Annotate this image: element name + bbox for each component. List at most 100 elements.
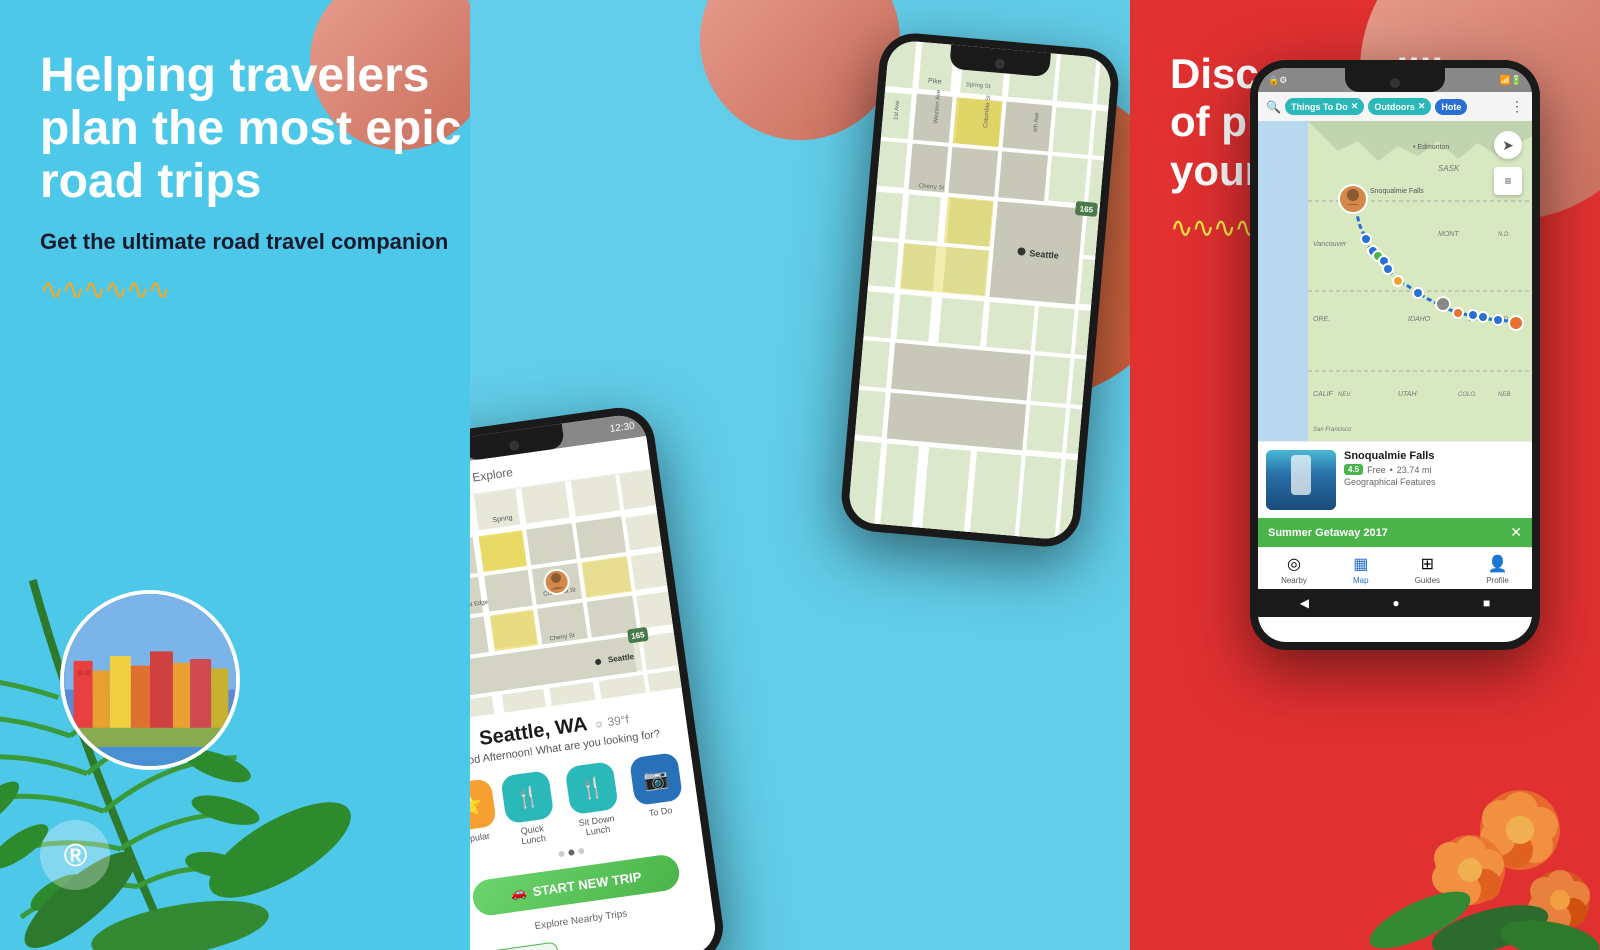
svg-text:• Edmonton: • Edmonton: [1413, 144, 1449, 151]
dot-3: [578, 848, 585, 855]
distance-text: 23.74 mi: [1397, 465, 1432, 475]
filter-things-close[interactable]: ✕: [1351, 101, 1359, 112]
svg-text:165: 165: [631, 630, 646, 641]
popular-label: Popular: [470, 831, 491, 845]
nav-map[interactable]: ▦ Map: [1353, 554, 1369, 585]
nearby-nav-icon: ◎: [1287, 554, 1301, 574]
dot-2: [568, 849, 575, 856]
squiggle-decoration: ∿∿∿∿∿∿: [40, 273, 470, 306]
price-text: Free: [1367, 465, 1386, 475]
quick-lunch-icon[interactable]: 🍴 Quick Lunch: [500, 770, 558, 848]
more-options-icon[interactable]: ⋮: [1510, 98, 1524, 115]
phone-3-map: SASK Vancouver MONT N.D. ORE. IDAHO WYO …: [1258, 121, 1532, 441]
svg-text:COLO.: COLO.: [1458, 392, 1477, 398]
middle-panel: 12:30 🔍 Search & Explore: [470, 0, 1130, 950]
deco-circle-mid-top: [700, 0, 900, 140]
filter-hotels-label: Hote: [1441, 102, 1461, 112]
svg-text:Snoqualmie Falls: Snoqualmie Falls: [1370, 188, 1424, 195]
nearby-nav-label: Nearby: [1281, 576, 1307, 585]
svg-text:Vancouver: Vancouver: [1313, 241, 1347, 248]
map-nav-label: Map: [1353, 576, 1369, 585]
search-icon-phone3: 🔍: [1266, 100, 1281, 114]
logo-letter: ®: [63, 837, 87, 874]
android-home[interactable]: ●: [1392, 596, 1399, 610]
svg-text:ORE.: ORE.: [1313, 316, 1330, 323]
filter-hotels[interactable]: Hote: [1435, 99, 1467, 115]
map-menu-button[interactable]: ≡: [1494, 167, 1522, 195]
phone-2-screen: Pike Spring St 1st Ave Western Ave Colum…: [847, 39, 1112, 541]
svg-text:San Francisco: San Francisco: [1313, 427, 1352, 433]
trip-name-bar[interactable]: Summer Getaway 2017 ✕: [1258, 518, 1532, 547]
map-nav-icon: ▦: [1353, 554, 1368, 574]
main-headline: Helping travelers plan the most epic roa…: [40, 50, 470, 208]
nav-profile[interactable]: 👤 Profile: [1486, 554, 1509, 585]
svg-text:SASK: SASK: [1438, 164, 1460, 173]
compass-button[interactable]: ➤: [1494, 131, 1522, 159]
start-trip-label: START NEW TRIP: [532, 869, 643, 899]
nav-nearby[interactable]: ◎ Nearby: [1281, 554, 1307, 585]
android-nav-bar: ◀ ● ■: [1258, 589, 1532, 617]
sub-headline: Get the ultimate road travel companion: [40, 228, 470, 257]
rating-row: 4.5 Free • 23.74 mi: [1344, 464, 1524, 475]
trip-close-icon[interactable]: ✕: [1510, 524, 1522, 541]
svg-text:CALIF: CALIF: [1313, 391, 1334, 398]
location-card-image: [1266, 450, 1336, 510]
things-to-do-icon-circle: 📷: [629, 752, 683, 806]
phone-3-wrapper: 🔒⚙ 1:18 📶🔋 🔍 Things To Do ✕ Outdoors ✕: [1250, 60, 1540, 650]
phone-3-screen: 🔒⚙ 1:18 📶🔋 🔍 Things To Do ✕ Outdoors ✕: [1258, 68, 1532, 642]
filter-things-to-do[interactable]: Things To Do ✕: [1285, 98, 1364, 115]
popular-icon-circle: ⭐: [470, 778, 497, 832]
left-text-block: Helping travelers plan the most epic roa…: [40, 50, 470, 306]
status-battery: 📶🔋: [1500, 75, 1522, 86]
svg-text:UTAH: UTAH: [1398, 391, 1417, 398]
phone-3-filter-bar[interactable]: 🔍 Things To Do ✕ Outdoors ✕ Hote ⋮: [1258, 92, 1532, 121]
sit-down-lunch-label: Sit Down Lunch: [566, 811, 630, 839]
svg-text:Pike: Pike: [928, 78, 942, 86]
filter-outdoors[interactable]: Outdoors ✕: [1368, 98, 1431, 115]
svg-text:IDAHO: IDAHO: [1408, 316, 1431, 323]
phone-1-wrapper: 12:30 🔍 Search & Explore: [470, 403, 728, 950]
right-panel: Discover millions of places along your r…: [1130, 0, 1600, 950]
profile-nav-label: Profile: [1486, 576, 1509, 585]
trip-guide-badge[interactable]: Trip Guide: [486, 941, 560, 950]
car-icon: 🚗: [510, 884, 528, 902]
things-to-do-label: To Do: [648, 805, 673, 818]
phone-3: 🔒⚙ 1:18 📶🔋 🔍 Things To Do ✕ Outdoors ✕: [1250, 60, 1540, 650]
svg-text:165: 165: [1079, 204, 1094, 214]
location-card[interactable]: Snoqualmie Falls 4.5 Free • 23.74 mi Geo…: [1258, 441, 1532, 518]
guides-nav-label: Guides: [1415, 576, 1440, 585]
left-panel: Helping travelers plan the most epic roa…: [0, 0, 470, 950]
things-to-do-icon[interactable]: 📷 To Do: [629, 752, 687, 830]
status-time: 12:30: [609, 420, 635, 434]
sit-down-lunch-icon[interactable]: 🍴 Sit Down Lunch: [558, 760, 629, 840]
filter-things-label: Things To Do: [1291, 102, 1348, 112]
rating-badge: 4.5: [1344, 464, 1363, 475]
svg-text:N.D.: N.D.: [1498, 232, 1510, 238]
phone-2: Pike Spring St 1st Ave Western Ave Colum…: [839, 30, 1122, 549]
phone-1-map: 165 Pike Spring West Edge Columbia St Ch…: [470, 470, 682, 725]
profile-nav-icon: 👤: [1488, 554, 1508, 574]
location-name: Snoqualmie Falls: [1344, 450, 1524, 462]
trip-name-text: Summer Getaway 2017: [1268, 527, 1388, 539]
bottom-navigation: ◎ Nearby ▦ Map ⊞ Guides 👤 Profile: [1258, 547, 1532, 589]
separator: •: [1390, 465, 1393, 475]
svg-text:NEV.: NEV.: [1338, 392, 1352, 398]
guides-nav-icon: ⊞: [1421, 554, 1434, 574]
android-back[interactable]: ◀: [1300, 596, 1309, 610]
location-card-info: Snoqualmie Falls 4.5 Free • 23.74 mi Geo…: [1344, 450, 1524, 510]
quick-lunch-label: Quick Lunch: [507, 821, 558, 848]
phone-1-screen: 12:30 🔍 Search & Explore: [470, 412, 719, 950]
dot-1: [558, 851, 565, 858]
category-text: Geographical Features: [1344, 477, 1524, 487]
svg-text:MONT: MONT: [1438, 231, 1459, 238]
phone-2-wrapper: Pike Spring St 1st Ave Western Ave Colum…: [839, 30, 1122, 549]
filter-outdoors-close[interactable]: ✕: [1418, 101, 1426, 112]
phone-1-city-info: Seattle, WA ☼ 39°f Good Afternoon! What …: [470, 688, 719, 950]
temperature: ☼ 39°f: [592, 712, 629, 731]
nav-guides[interactable]: ⊞ Guides: [1415, 554, 1440, 585]
popular-icon[interactable]: ⭐ Popular: [470, 778, 500, 856]
status-icons-left: 🔒⚙: [1268, 75, 1287, 86]
android-recents[interactable]: ■: [1483, 596, 1490, 610]
city-photo-circle: [60, 590, 240, 770]
sit-down-lunch-icon-circle: 🍴: [565, 761, 619, 815]
